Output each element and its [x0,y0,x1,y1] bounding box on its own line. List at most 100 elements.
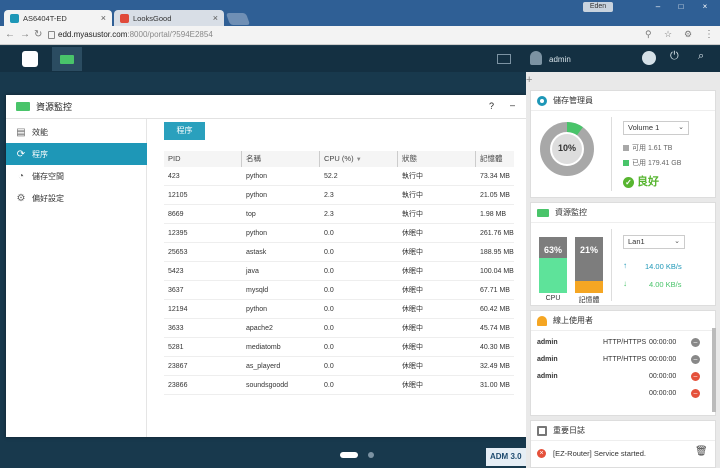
memory-caption: 記憶體 [578,297,600,304]
cell-name: apache2 [246,325,273,332]
minus-red-icon[interactable]: – [691,372,700,381]
current-user[interactable]: admin [549,55,571,64]
table-row[interactable]: 23866 soundsgoodd 0.0 休眠中 31.00 MB [164,376,514,395]
column-header-status[interactable]: 狀態 [398,151,476,167]
online-user-name: admin [537,356,558,363]
page-dot-active[interactable] [340,452,358,458]
column-header-pid[interactable]: PID [164,151,242,167]
cell-memory: 40.30 MB [480,344,510,351]
trash-icon[interactable]: 🗑 [695,446,708,457]
browser-tab[interactable]: LooksGood × [114,10,224,26]
table-row[interactable]: 12395 python 0.0 休眠中 261.76 MB [164,224,514,243]
cell-name: mediatomb [246,344,281,351]
column-header-name[interactable]: 名稱 [242,151,320,167]
minimize-window-icon[interactable]: – [650,2,666,12]
browser-profile-badge[interactable]: Eden [583,2,613,12]
new-tab-button[interactable] [225,13,251,25]
table-row[interactable]: 12194 python 0.0 休眠中 60.42 MB [164,300,514,319]
cell-memory: 188.95 MB [480,249,514,256]
cell-cpu: 0.0 [324,306,334,313]
cell-pid: 12194 [168,306,188,313]
window-titlebar[interactable]: 資源監控 ? – [6,95,526,119]
extension-icon[interactable]: ⚙ [684,29,692,40]
widget-header: 儲存管理員 [531,91,715,111]
help-button[interactable]: ? [489,101,494,111]
sidebar-item-processes[interactable]: ⟳ 程序 [6,143,147,165]
table-row[interactable]: 5423 java 0.0 休眠中 100.04 MB [164,262,514,281]
settings-icon[interactable]: ⏻ [670,50,679,63]
resource-monitor-taskbar-icon[interactable] [52,47,82,71]
log-widget: 重要日誌 × [EZ-Router] Service started. 🗑 [530,420,716,468]
back-icon[interactable]: ← [5,29,15,40]
cell-cpu: 0.0 [324,382,334,389]
monitor-icon [537,208,549,217]
browser-menu-icon[interactable]: ⋮ [704,29,714,40]
column-header-cpu[interactable]: CPU (%) ▼ [320,151,398,167]
reload-icon[interactable]: ↻ [34,29,42,40]
app-central-icon[interactable] [22,51,38,67]
download-arrow-icon: ↓ [623,279,627,288]
processes-tab-button[interactable]: 程序 [164,122,205,140]
minus-red-icon[interactable]: – [691,389,700,398]
error-icon: × [537,449,546,458]
search-icon[interactable]: ⌕ [698,50,704,63]
table-row[interactable]: 423 python 52.2 執行中 73.34 MB [164,167,514,186]
widget-title: 儲存管理員 [553,96,593,105]
sidebar-item-performance[interactable]: ▤ 效能 [6,121,147,143]
sidebar-item-preferences[interactable]: ⚙ 偏好設定 [6,187,147,209]
table-row[interactable]: 5281 mediatomb 0.0 休眠中 40.30 MB [164,338,514,357]
minus-gray-icon[interactable]: – [691,338,700,347]
cell-name: soundsgoodd [246,382,289,389]
desktop-pager [340,450,380,460]
forward-icon[interactable]: → [20,29,30,40]
page-info-icon[interactable] [48,31,55,39]
sort-desc-icon: ▼ [355,157,362,163]
cell-status: 執行中 [402,211,423,218]
bookmark-star-icon[interactable]: ☆ [664,29,672,40]
browser-tab-active[interactable]: AS6404T-ED × [4,10,112,26]
account-icon[interactable] [642,51,656,65]
table-row[interactable]: 25653 astask 0.0 休眠中 188.95 MB [164,243,514,262]
storage-status: ✓ 良好 [623,173,659,189]
minus-gray-icon[interactable]: – [691,355,700,364]
widget-header: 重要日誌 [531,421,715,441]
add-widget-icon[interactable]: + [526,74,534,86]
table-row[interactable]: 23867 as_playerd 0.0 休眠中 32.49 MB [164,357,514,376]
cpu-gauge-fill [539,257,567,293]
upload-speed: 14.00 KB/s [645,262,682,271]
location-pin-icon[interactable]: ⚲ [645,29,652,40]
maximize-window-icon[interactable]: □ [673,2,689,12]
column-header-memory[interactable]: 記憶體 [476,151,514,167]
lan-select[interactable]: Lan1 ⌄ [623,235,685,249]
storage-used: 已用 179.41 GB [623,158,681,168]
log-entry[interactable]: [EZ-Router] Service started. [553,449,646,458]
minimize-button[interactable]: – [510,100,515,110]
cell-status: 休眠中 [402,344,423,351]
close-tab-icon[interactable]: × [213,13,218,23]
legend-used-swatch [623,160,629,167]
table-row[interactable]: 12105 python 2.3 執行中 21.05 MB [164,186,514,205]
scrollbar[interactable] [712,328,716,412]
sidebar-item-storage[interactable]: ◔ 儲存空間 [6,165,147,187]
close-tab-icon[interactable]: × [101,13,106,23]
cpu-percent: 63% [543,245,562,255]
cell-pid: 23866 [168,382,188,389]
volume-select[interactable]: Volume 1 ⌄ [623,121,689,135]
storage-icon [537,95,547,106]
cell-cpu: 0.0 [324,249,334,256]
table-row[interactable]: 3637 mysqld 0.0 休眠中 67.71 MB [164,281,514,300]
cell-status: 休眠中 [402,230,423,237]
widget-title: 重要日誌 [553,426,585,435]
table-row[interactable]: 8669 top 2.3 執行中 1.98 MB [164,205,514,224]
show-desktop-icon[interactable] [497,54,511,64]
cell-pid: 5281 [168,344,184,351]
table-row[interactable]: 3633 apache2 0.0 休眠中 45.74 MB [164,319,514,338]
page-dot[interactable] [368,452,374,458]
online-user-protocol: HTTP/HTTPS [603,339,647,346]
cell-memory: 1.98 MB [480,211,507,218]
cell-pid: 3633 [168,325,184,332]
close-window-icon[interactable]: × [697,2,713,12]
cell-memory: 32.49 MB [480,363,510,370]
url-field[interactable]: edd.myasustor.com:8000/portal/?594E2854 [58,30,213,39]
cell-memory: 261.76 MB [480,230,514,237]
